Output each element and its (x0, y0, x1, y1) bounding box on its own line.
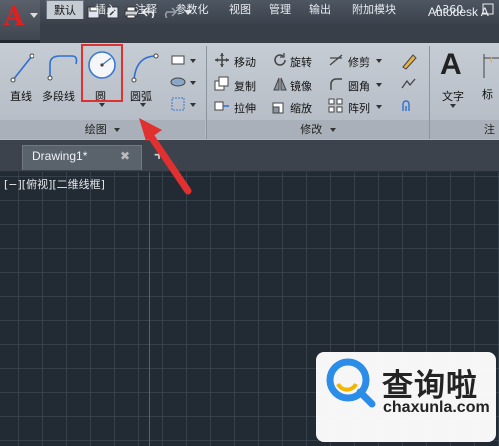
chevron-down-icon (329, 128, 336, 132)
array-icon[interactable] (328, 98, 344, 114)
annotation-panel-title[interactable]: 注 (430, 120, 499, 139)
array-tool[interactable]: 阵列 (348, 100, 370, 116)
viewport-controls[interactable]: [−][俯视][二维线框] (4, 176, 105, 192)
move-icon[interactable] (214, 52, 230, 68)
chevron-down-icon (114, 128, 121, 132)
circle-tool-highlight (81, 44, 123, 102)
tab-insert[interactable]: 插入 (88, 0, 124, 19)
rectangle-icon[interactable] (170, 52, 186, 68)
draw-panel-title[interactable]: 绘图 (0, 120, 205, 139)
application-menu-button[interactable]: A (0, 0, 40, 40)
move-tool[interactable]: 移动 (234, 54, 256, 70)
dimension-icon (483, 54, 499, 78)
chevron-down-icon (99, 103, 105, 107)
polyline-tool[interactable]: 多段线 (42, 50, 80, 103)
close-icon[interactable]: ✖ (120, 149, 130, 163)
chevron-down-icon (140, 103, 146, 107)
rotate-tool[interactable]: 旋转 (290, 54, 312, 70)
arc-label: 圆弧 (130, 90, 152, 103)
chevron-down-icon[interactable] (376, 105, 382, 109)
tab-manage[interactable]: 管理 (262, 0, 298, 19)
mirror-tool[interactable]: 镜像 (290, 78, 312, 94)
ribbon-tab-bar (40, 24, 499, 43)
text-icon: A (440, 48, 462, 81)
trim-tool[interactable]: 修剪 (348, 54, 370, 70)
new-tab-button[interactable]: + (150, 147, 168, 167)
draw-panel-label: 绘图 (84, 123, 107, 136)
stretch-tool[interactable]: 拉伸 (234, 100, 256, 116)
rotate-icon[interactable] (272, 52, 288, 68)
stretch-icon[interactable] (214, 98, 230, 114)
fillet-icon[interactable] (328, 76, 344, 92)
autocad-window: A Autodesk A 默认 插入 注释 参数化 视图 管理 输出 附加模块 … (0, 0, 499, 446)
tab-parametric[interactable]: 参数化 (166, 0, 218, 19)
chevron-down-icon[interactable] (190, 103, 196, 107)
trim-icon[interactable] (328, 52, 344, 68)
arc-icon (131, 53, 159, 83)
copy-icon[interactable] (214, 76, 230, 92)
offset-icon[interactable] (400, 98, 416, 114)
chevron-down-icon[interactable] (376, 83, 382, 87)
chevron-down-icon (450, 104, 456, 108)
magnifier-logo-icon (324, 356, 376, 410)
drawing-tab-label: Drawing1* (32, 149, 88, 163)
fillet-tool[interactable]: 圆角 (348, 78, 370, 94)
chevron-down-icon[interactable] (190, 59, 196, 63)
line-icon (10, 53, 34, 83)
chevron-down-icon[interactable] (376, 59, 382, 63)
tab-annotate[interactable]: 注释 (128, 0, 164, 19)
autocad-logo-icon: A (4, 2, 25, 32)
text-label: 文字 (442, 90, 464, 103)
copy-tool[interactable]: 复制 (234, 78, 256, 94)
mirror-icon[interactable] (272, 76, 288, 92)
polyline-icon (47, 55, 78, 81)
explode-icon[interactable] (400, 76, 416, 92)
polyline-label: 多段线 (42, 90, 75, 103)
scale-tool[interactable]: 缩放 (290, 100, 312, 116)
y-axis-line (149, 172, 150, 446)
modify-panel-label: 修改 (300, 123, 323, 136)
tab-default[interactable]: 默认 (46, 0, 84, 19)
dimension-tool[interactable]: 标 (482, 52, 499, 101)
text-tool[interactable]: A 文字 (440, 48, 464, 108)
arc-tool[interactable]: 圆弧 (130, 50, 160, 107)
scale-icon[interactable] (272, 98, 288, 114)
tab-a360[interactable]: A360 (430, 0, 468, 19)
line-label: 直线 (10, 90, 32, 103)
tab-output[interactable]: 输出 (302, 0, 338, 19)
tab-addins[interactable]: 附加模块 (342, 0, 406, 19)
tab-overflow-icon[interactable] (478, 0, 498, 19)
dimension-label: 标 (482, 88, 493, 101)
hatch-icon[interactable] (170, 74, 186, 90)
chevron-down-icon (30, 13, 38, 18)
boundary-icon[interactable] (170, 96, 186, 112)
watermark-url: chaxunla.com (383, 399, 490, 416)
line-tool[interactable]: 直线 (10, 50, 34, 103)
modify-panel-title[interactable]: 修改 (207, 120, 429, 139)
erase-icon[interactable] (400, 52, 417, 70)
tab-view[interactable]: 视图 (222, 0, 258, 19)
annotation-panel-label: 注 (484, 123, 495, 136)
chevron-down-icon[interactable] (190, 81, 196, 85)
